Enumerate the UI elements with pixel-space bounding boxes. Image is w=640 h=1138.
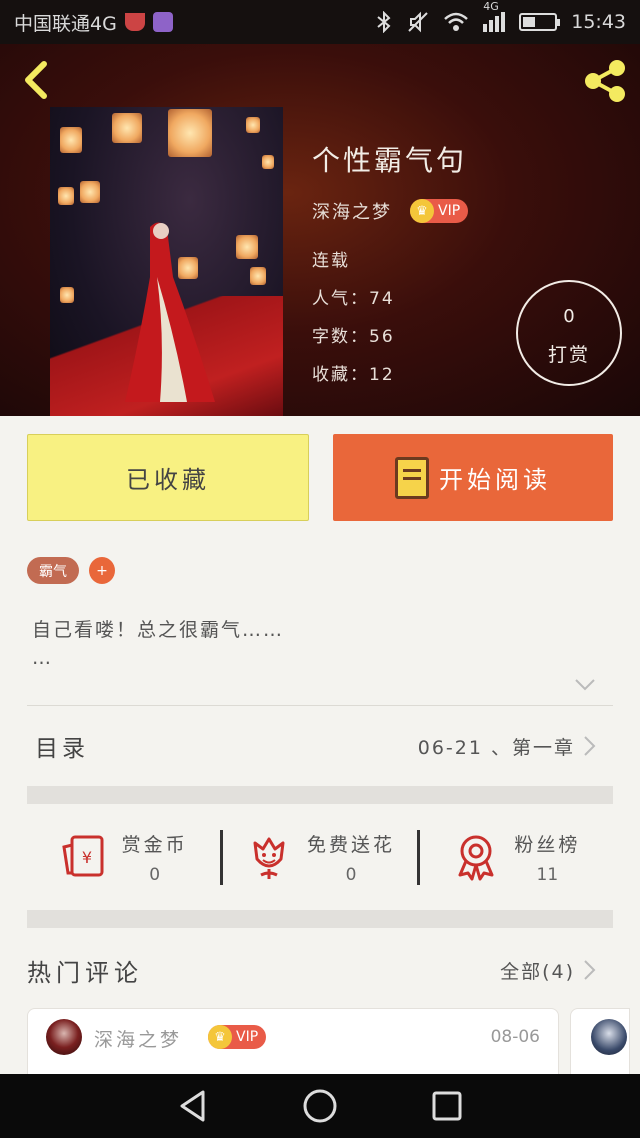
reward-coins-stat[interactable]: ¥ 赏金币 0 — [27, 830, 220, 885]
svg-text:¥: ¥ — [82, 848, 92, 867]
system-nav-bar — [0, 1074, 640, 1138]
stat-value: 11 — [536, 864, 559, 885]
red-envelope-icon: ¥ — [61, 835, 104, 877]
battery-icon — [519, 13, 561, 31]
hot-comments-title: 热门评论 — [27, 958, 143, 987]
serial-status: 连载 — [312, 251, 350, 271]
book-description: 自己看喽！总之很霸气…… … — [32, 619, 285, 669]
ribbon-badge-icon — [458, 835, 494, 881]
section-separator — [27, 786, 613, 804]
stat-value: 0 — [149, 864, 161, 885]
book-header: 个性霸气句 深海之梦 ♛ VIP 连载 人气：74 字数：56 收藏：12 0 … — [0, 44, 640, 416]
toc-label: 目录 — [35, 736, 89, 762]
flower-icon — [253, 837, 285, 879]
nav-back-button[interactable] — [173, 1086, 213, 1126]
popularity-stat: 人气：74 — [312, 289, 395, 309]
share-icon[interactable] — [580, 56, 630, 106]
table-of-contents-row[interactable]: 目录 06-21 、第一章 — [27, 706, 613, 786]
gallery-notification-icon — [152, 12, 173, 32]
fan-ranking-stat[interactable]: 粉丝榜 11 — [416, 829, 613, 885]
tag-chip[interactable]: 霸气 — [27, 557, 79, 584]
hot-comments-header: 热门评论 全部(4) — [27, 940, 613, 1000]
avatar[interactable] — [46, 1019, 82, 1055]
comment-card[interactable] — [570, 1008, 630, 1076]
reward-button[interactable]: 0 打赏 — [516, 280, 622, 386]
vip-badge: ♛ VIP — [208, 1025, 267, 1049]
book-title: 个性霸气句 — [312, 144, 468, 177]
crown-icon: ♛ — [410, 199, 434, 223]
home-circle-icon — [303, 1089, 337, 1123]
wifi-icon — [444, 12, 469, 31]
comment-date: 08-06 — [490, 1027, 540, 1047]
avatar[interactable] — [591, 1019, 627, 1055]
stat-value: 0 — [345, 864, 357, 885]
author-name[interactable]: 深海之梦 — [312, 198, 392, 224]
latest-chapter: 06-21 、第一章 — [417, 736, 575, 759]
signal-icon: 4G — [483, 0, 506, 32]
chevron-right-icon — [584, 736, 596, 756]
section-separator — [27, 910, 613, 928]
clock: 15:43 — [571, 11, 626, 33]
back-triangle-icon — [180, 1090, 205, 1122]
nav-recents-button[interactable] — [427, 1086, 467, 1126]
nav-home-button[interactable] — [300, 1086, 340, 1126]
reward-label: 打赏 — [547, 344, 590, 366]
status-bar: 中国联通4G 4G 15:43 — [0, 0, 640, 44]
book-cover-image — [50, 107, 283, 416]
collected-button[interactable]: 已收藏 — [27, 434, 309, 521]
book-icon — [395, 456, 429, 499]
add-tag-button[interactable]: + — [89, 557, 115, 584]
chevron-right-icon[interactable] — [583, 959, 597, 981]
chevron-down-icon[interactable] — [574, 678, 596, 692]
favorites-stat: 收藏：12 — [312, 365, 395, 385]
stat-label: 免费送花 — [306, 833, 395, 856]
support-stats: ¥ 赏金币 0 免费送花 0 粉丝榜 11 — [27, 804, 613, 910]
bluetooth-icon — [377, 11, 391, 33]
notification-app-icon — [124, 13, 145, 31]
word-count-stat: 字数：56 — [312, 327, 395, 347]
back-arrow-icon[interactable] — [16, 58, 56, 102]
mute-icon — [408, 11, 428, 33]
stat-label: 粉丝榜 — [514, 833, 581, 856]
vip-badge: ♛ VIP — [410, 199, 469, 223]
comment-card[interactable]: 深海之梦 ♛ VIP 08-06 — [27, 1008, 559, 1076]
carrier-label: 中国联通4G — [14, 12, 117, 35]
comment-user-name[interactable]: 深海之梦 — [94, 1025, 182, 1052]
stat-label: 赏金币 — [121, 833, 188, 856]
all-comments-link[interactable]: 全部(4) — [500, 957, 575, 984]
start-reading-button[interactable]: 开始阅读 — [333, 434, 613, 521]
send-flower-stat[interactable]: 免费送花 0 — [220, 829, 416, 885]
recents-square-icon — [432, 1091, 462, 1121]
reward-count: 0 — [563, 306, 575, 327]
crown-icon: ♛ — [208, 1025, 232, 1049]
